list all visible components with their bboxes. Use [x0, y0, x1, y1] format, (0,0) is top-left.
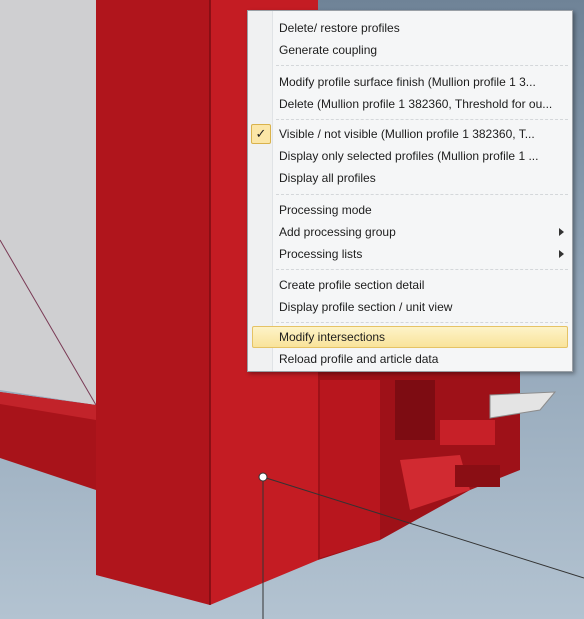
menu-item-delete-profile[interactable]: Delete (Mullion profile 1 382360, Thresh…	[252, 93, 568, 115]
menu-item-delete-restore-profiles[interactable]: Delete/ restore profiles	[252, 17, 568, 39]
menu-item-modify-intersections[interactable]: Modify intersections	[252, 326, 568, 348]
profile-section-face	[320, 380, 380, 558]
menu-item-processing-mode[interactable]: Processing mode	[252, 199, 568, 221]
mullion-front	[96, 0, 210, 605]
menu-item-processing-lists[interactable]: Processing lists	[252, 243, 568, 265]
profile-chamber-2	[440, 420, 495, 445]
menu-separator	[276, 65, 568, 66]
menu-item-generate-coupling[interactable]: Generate coupling	[252, 39, 568, 61]
menu-item-add-processing-group[interactable]: Add processing group	[252, 221, 568, 243]
menu-item-label: Processing lists	[279, 247, 363, 261]
menu-item-create-profile-section-detail[interactable]: Create profile section detail	[252, 274, 568, 296]
menu-separator	[276, 194, 568, 195]
menu-item-label: Add processing group	[279, 225, 396, 239]
profile-chamber-1	[395, 380, 435, 440]
menu-item-reload-profile-data[interactable]: Reload profile and article data	[252, 348, 568, 370]
menu-separator	[276, 322, 568, 323]
submenu-arrow-icon	[559, 228, 564, 236]
menu-item-modify-surface-finish[interactable]: Modify profile surface finish (Mullion p…	[252, 71, 568, 93]
menu-item-display-all-profiles[interactable]: Display all profiles	[252, 167, 568, 189]
context-menu: Delete/ restore profiles Generate coupli…	[247, 10, 573, 372]
snap-point-marker[interactable]	[258, 472, 268, 482]
menu-item-display-only-selected[interactable]: Display only selected profiles (Mullion …	[252, 145, 568, 167]
threshold-plate	[489, 391, 557, 419]
menu-item-display-profile-section[interactable]: Display profile section / unit view	[252, 296, 568, 318]
profile-chamber-4	[455, 465, 500, 487]
menu-separator	[276, 119, 568, 120]
submenu-arrow-icon	[559, 250, 564, 258]
glass-panel	[0, 0, 96, 405]
menu-item-visible-not-visible[interactable]: Visible / not visible (Mullion profile 1…	[252, 123, 568, 145]
menu-separator	[276, 269, 568, 270]
